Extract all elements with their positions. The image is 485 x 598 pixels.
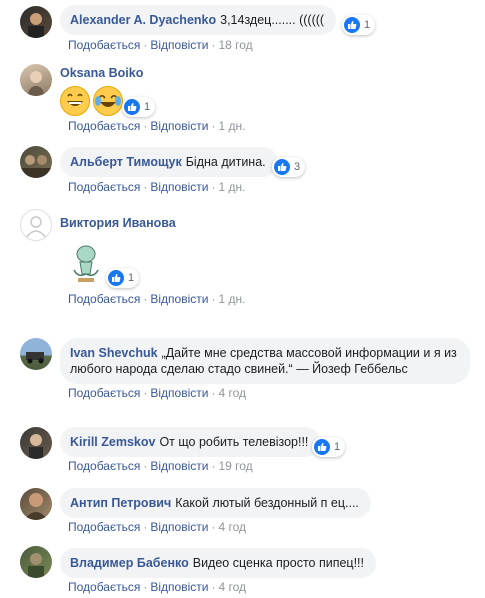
avatar[interactable] (20, 338, 52, 370)
like-link[interactable]: Подобається (68, 180, 140, 194)
reaction-count[interactable]: 1 (312, 437, 346, 457)
comment-text: 3,14здец....... (((((( (220, 13, 325, 27)
like-link[interactable]: Подобається (68, 520, 140, 534)
thumbs-up-icon (344, 17, 360, 33)
separator: · (143, 520, 148, 534)
like-link[interactable]: Подобається (68, 580, 140, 594)
separator: · (211, 38, 216, 52)
reaction-number: 1 (128, 272, 135, 284)
reply-link[interactable]: Відповісти (150, 292, 208, 306)
comment-bubble: Владимер Бабенко Видео сценка просто пипе… (60, 548, 376, 578)
avatar[interactable] (20, 488, 52, 520)
comment-bubble: Альберт Тимощук Бідна дитина. (60, 147, 278, 177)
avatar[interactable] (20, 546, 52, 578)
avatar[interactable] (20, 6, 52, 38)
comment-text: Видео сценка просто пипец!!! (192, 556, 364, 570)
separator: · (143, 386, 148, 400)
reaction-number: 3 (294, 161, 301, 173)
comment-author[interactable]: Oksana Boiko (60, 66, 143, 80)
avatar[interactable] (20, 64, 52, 96)
reply-link[interactable]: Відповісти (150, 520, 208, 534)
separator: · (143, 180, 148, 194)
comment-actions: Подобається · Відповісти · 4 год (68, 520, 246, 534)
separator: · (143, 580, 148, 594)
comment-author[interactable]: Alexander A. Dyachenko (70, 13, 216, 27)
comment-author[interactable]: Kirill Zemskov (70, 435, 155, 449)
separator: · (143, 459, 148, 473)
separator: · (211, 386, 216, 400)
like-link[interactable]: Подобається (68, 119, 140, 133)
timestamp[interactable]: 4 год (218, 520, 246, 534)
thumbs-up-icon (108, 270, 124, 286)
timestamp[interactable]: 1 дн. (218, 180, 245, 194)
separator: · (211, 520, 216, 534)
reaction-number: 1 (364, 19, 371, 31)
separator: · (211, 580, 216, 594)
reply-link[interactable]: Відповісти (150, 580, 208, 594)
separator: · (211, 292, 216, 306)
tears-of-joy-icon (93, 86, 123, 116)
comment-text: Бідна дитина. (185, 155, 266, 169)
reaction-count[interactable]: 1 (106, 268, 140, 288)
thumbs-up-icon (314, 439, 330, 455)
reply-link[interactable]: Відповісти (150, 386, 208, 400)
like-link[interactable]: Подобається (68, 386, 140, 400)
comment-bubble: Ivan Shevchuk „Дайте мне средства массово… (60, 338, 470, 384)
comment-actions: Подобається · Відповісти · 1 дн. (68, 292, 245, 306)
timestamp[interactable]: 19 год (218, 459, 252, 473)
reply-link[interactable]: Відповісти (150, 119, 208, 133)
reaction-count[interactable]: 3 (272, 157, 306, 177)
comment-author[interactable]: Ivan Shevchuk (70, 346, 158, 360)
timestamp[interactable]: 1 дн. (218, 292, 245, 306)
comment-actions: Подобається · Відповісти · 18 год (68, 38, 253, 52)
avatar[interactable] (20, 427, 52, 459)
grinning-face-icon (60, 86, 90, 116)
comment-author[interactable]: Владимер Бабенко (70, 556, 189, 570)
reaction-count[interactable]: 1 (122, 97, 156, 117)
separator: · (143, 38, 148, 52)
timestamp[interactable]: 4 год (218, 580, 246, 594)
comment-text: Какой лютый бездонный п ец.... (175, 496, 359, 510)
reaction-number: 1 (144, 101, 151, 113)
comment-actions: Подобається · Відповісти · 4 год (68, 386, 246, 400)
timestamp[interactable]: 1 дн. (218, 119, 245, 133)
comment-text: От що робить телевізор!!! (159, 435, 309, 449)
separator: · (143, 292, 148, 306)
comment-actions: Подобається · Відповісти · 1 дн. (68, 180, 245, 194)
reply-link[interactable]: Відповісти (150, 180, 208, 194)
avatar[interactable] (20, 146, 52, 178)
like-link[interactable]: Подобається (68, 292, 140, 306)
timestamp[interactable]: 4 год (218, 386, 246, 400)
thumbs-up-icon (274, 159, 290, 175)
comment-bubble: Антип Петрович Какой лютый бездонный п ец… (60, 488, 371, 518)
separator: · (143, 119, 148, 133)
reply-link[interactable]: Відповісти (150, 459, 208, 473)
like-link[interactable]: Подобається (68, 459, 140, 473)
separator: · (211, 119, 216, 133)
comment-author[interactable]: Антип Петрович (70, 496, 171, 510)
comment-actions: Подобається · Відповісти · 4 год (68, 580, 246, 594)
comment-author[interactable]: Альберт Тимощук (70, 155, 182, 169)
comment-author[interactable]: Виктория Иванова (60, 216, 176, 230)
separator: · (211, 459, 216, 473)
comment-actions: Подобається · Відповісти · 19 год (68, 459, 253, 473)
avatar[interactable] (20, 209, 52, 241)
like-link[interactable]: Подобається (68, 38, 140, 52)
reaction-number: 1 (334, 441, 341, 453)
timestamp[interactable]: 18 год (218, 38, 252, 52)
reaction-count[interactable]: 1 (342, 15, 376, 35)
comment-bubble: Kirill Zemskov От що робить телевізор!!! (60, 427, 321, 457)
comment-actions: Подобається · Відповісти · 1 дн. (68, 119, 245, 133)
reply-link[interactable]: Відповісти (150, 38, 208, 52)
separator: · (211, 180, 216, 194)
comment-bubble: Alexander A. Dyachenko 3,14здец....... ((… (60, 5, 337, 35)
squidward-sticker (66, 244, 104, 284)
thumbs-up-icon (124, 99, 140, 115)
